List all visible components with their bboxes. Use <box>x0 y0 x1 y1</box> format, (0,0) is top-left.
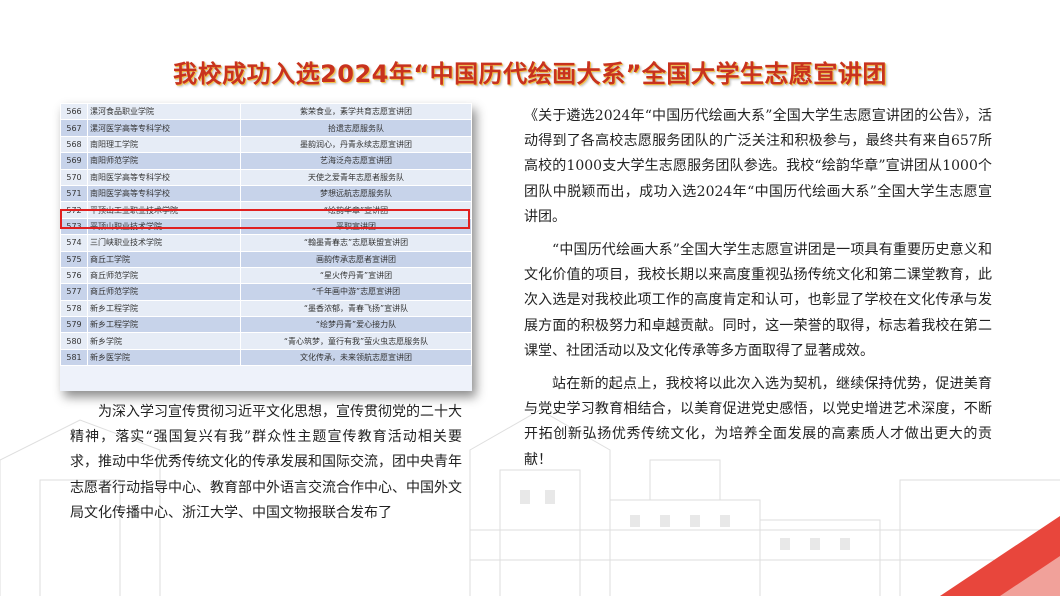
body-paragraph-3: 站在新的起点上，我校将以此次入选为契机，继续保持优势，促进美育与党史学习教育相结… <box>524 376 992 468</box>
school-name: 商丘工学院 <box>87 250 241 268</box>
row-number: 575 <box>60 250 88 268</box>
row-number: 567 <box>60 119 88 137</box>
school-name: 新乡工程学院 <box>87 316 241 334</box>
row-number: 581 <box>60 348 88 367</box>
team-name: 文化传承，未来领航志愿宣讲团 <box>240 348 472 367</box>
highlight-box <box>60 209 470 229</box>
table-row: 569 南阳师范学院 艺海泛舟志愿宣讲团 <box>60 152 472 170</box>
row-number: 566 <box>60 103 88 121</box>
table-row: 575 商丘工学院 画韵传承志愿者宣讲团 <box>60 250 472 268</box>
table-row: 576 商丘师范学院 “星火传丹青”宣讲团 <box>60 266 472 285</box>
table-row: 566 漯河食品职业学院 紫荣食业，素学共育志愿宣讲团 <box>60 103 472 121</box>
table-row: 574 三门峡职业技术学院 “翰墨青春志”志愿联盟宣讲团 <box>60 234 472 252</box>
school-name: 南阳师范学院 <box>87 152 241 170</box>
team-name: 拾遗志愿服务队 <box>240 119 472 137</box>
school-name: 漯河食品职业学院 <box>87 103 241 121</box>
table-row: 567 漯河医学高等专科学校 拾遗志愿服务队 <box>60 119 472 137</box>
school-name: 南阳医学高等专科学校 <box>87 168 241 186</box>
row-number: 568 <box>60 135 88 154</box>
school-name: 商丘师范学院 <box>87 266 241 285</box>
table-row: 568 南阳理工学院 墨韵润心，丹青永续志愿宣讲团 <box>60 135 472 154</box>
row-number: 580 <box>60 332 88 350</box>
school-name: 南阳理工学院 <box>87 135 241 154</box>
school-name: 漯河医学高等专科学校 <box>87 119 241 137</box>
school-name: 商丘师范学院 <box>87 283 241 301</box>
body-paragraph-1: 《关于遴选2024年“中国历代绘画大系”全国大学生志愿宣讲团的公告》，活动得到了… <box>524 108 992 225</box>
intro-paragraph: 为深入学习宣传贯彻习近平文化思想，宣传贯彻党的二十大精神，落实“强国复兴有我”群… <box>70 404 462 521</box>
row-number: 576 <box>60 266 88 285</box>
team-name: 墨韵润心，丹青永续志愿宣讲团 <box>240 135 472 154</box>
team-name: 画韵传承志愿者宣讲团 <box>240 250 472 268</box>
table-row: 581 新乡医学院 文化传承，未来领航志愿宣讲团 <box>60 348 472 367</box>
team-name: “星火传丹青”宣讲团 <box>240 266 472 285</box>
row-number: 579 <box>60 316 88 334</box>
team-name: 艺海泛舟志愿宣讲团 <box>240 152 472 170</box>
article-body: 《关于遴选2024年“中国历代绘画大系”全国大学生志愿宣讲团的公告》，活动得到了… <box>524 104 992 481</box>
team-name: 梦想远航志愿服务队 <box>240 184 472 203</box>
row-number: 570 <box>60 168 88 186</box>
school-name: 三门峡职业技术学院 <box>87 234 241 252</box>
team-name: “青心筑梦，童行有我”萤火虫志愿服务队 <box>240 332 472 350</box>
school-name: 新乡学院 <box>87 332 241 350</box>
table-row: 578 新乡工程学院 “墨香浓郁，青春飞扬”宣讲队 <box>60 299 472 318</box>
school-name: 新乡医学院 <box>87 348 241 367</box>
table-row: 580 新乡学院 “青心筑梦，童行有我”萤火虫志愿服务队 <box>60 332 472 350</box>
row-number: 571 <box>60 184 88 203</box>
table-row: 579 新乡工程学院 “绘梦丹青”爱心接力队 <box>60 316 472 334</box>
row-number: 577 <box>60 283 88 301</box>
team-name: 天使之爱青年志愿者服务队 <box>240 168 472 186</box>
school-name: 南阳医学高等专科学校 <box>87 184 241 203</box>
team-name: “墨香浓郁，青春飞扬”宣讲队 <box>240 299 472 318</box>
row-number: 574 <box>60 234 88 252</box>
row-number: 569 <box>60 152 88 170</box>
school-list-table-image: 566 漯河食品职业学院 紫荣食业，素学共育志愿宣讲团 567 漯河医学高等专科学校 拾遗… <box>60 103 472 391</box>
page-title: 我校成功入选2024年“中国历代绘画大系”全国大学生志愿宣讲团 <box>173 60 887 88</box>
row-number: 578 <box>60 299 88 318</box>
team-name: “千年画中游”志愿宣讲团 <box>240 283 472 301</box>
table-row: 570 南阳医学高等专科学校 天使之爱青年志愿者服务队 <box>60 168 472 186</box>
team-name: “翰墨青春志”志愿联盟宣讲团 <box>240 234 472 252</box>
table-row: 577 商丘师范学院 “千年画中游”志愿宣讲团 <box>60 283 472 301</box>
team-name: “绘梦丹青”爱心接力队 <box>240 316 472 334</box>
table-row: 571 南阳医学高等专科学校 梦想远航志愿服务队 <box>60 184 472 203</box>
team-name: 紫荣食业，素学共育志愿宣讲团 <box>240 103 472 121</box>
body-paragraph-2: “中国历代绘画大系”全国大学生志愿宣讲团是一项具有重要历史意义和文化价值的项目，… <box>524 242 992 359</box>
school-list-table: 566 漯河食品职业学院 紫荣食业，素学共育志愿宣讲团 567 漯河医学高等专科学校 拾遗… <box>60 103 472 367</box>
school-name: 新乡工程学院 <box>87 299 241 318</box>
